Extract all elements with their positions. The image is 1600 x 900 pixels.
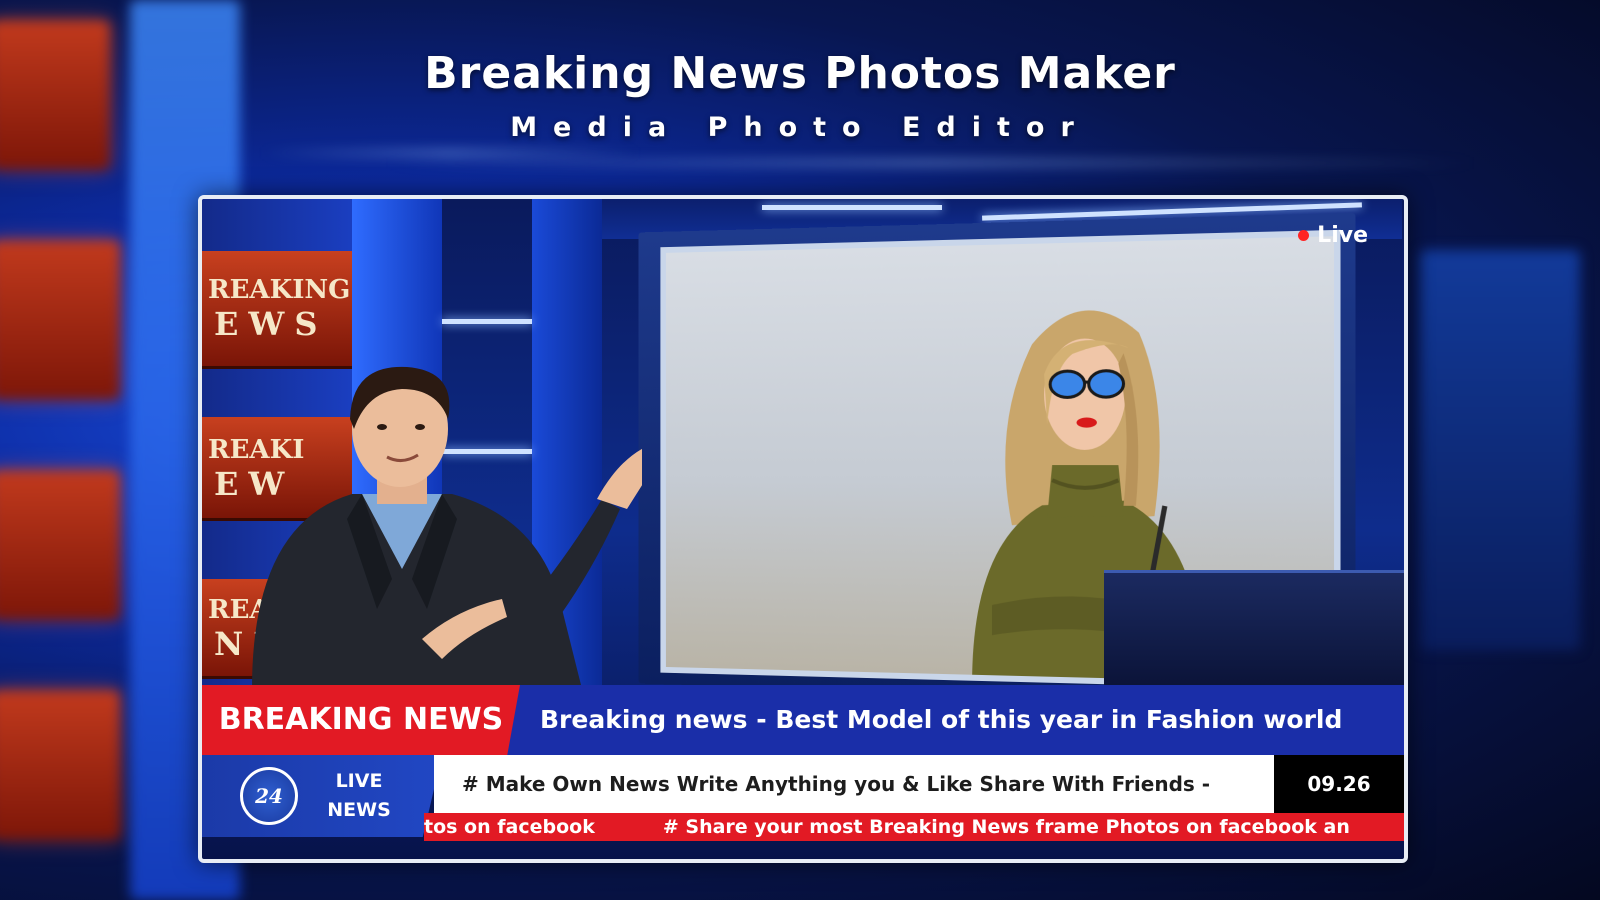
studio-sign-text: EWS xyxy=(214,305,328,343)
app-title: Breaking News Photos Maker xyxy=(424,48,1176,99)
live-news-line: NEWS xyxy=(327,799,391,821)
live-dot-icon xyxy=(1298,230,1310,241)
studio-desk xyxy=(1104,570,1404,693)
live-news-box: 24 LIVE NEWS xyxy=(202,755,442,837)
news-frame-preview[interactable]: REAKING EWS REAKI EW REA NE Live BREAKIN… xyxy=(198,195,1408,863)
background-red-sign xyxy=(0,470,120,620)
app-subtitle: Media Photo Editor xyxy=(510,112,1090,143)
headline-text[interactable]: Breaking news - Best Model of this year … xyxy=(540,685,1342,755)
ticker-red[interactable]: tos on facebook # Share your most Breakin… xyxy=(424,813,1404,841)
studio-sign-text: REAKING xyxy=(208,275,351,305)
lower-third: BREAKING NEWS Breaking news - Best Model… xyxy=(202,685,1404,859)
background-light-beam xyxy=(260,150,640,156)
live-news-text: LIVE NEWS xyxy=(314,767,404,825)
ticker-red-text: tos on facebook # Share your most Breakin… xyxy=(424,813,1350,841)
background-light-beam xyxy=(380,160,1480,166)
live-indicator: Live xyxy=(1298,223,1368,248)
breaking-news-label[interactable]: BREAKING NEWS xyxy=(202,685,520,755)
news-anchor-icon xyxy=(252,366,642,689)
ticker-white-text: # Make Own News Write Anything you & Lik… xyxy=(462,772,1211,796)
background-red-sign xyxy=(0,240,120,400)
ticker-red-main: # Share your most Breaking News frame Ph… xyxy=(662,816,1350,838)
studio-light-bar xyxy=(762,205,942,210)
background-side-panel xyxy=(1420,250,1580,650)
app-screenshot: Breaking News Photos Maker Media Photo E… xyxy=(0,0,1600,900)
background-red-sign xyxy=(0,690,120,840)
ticker-white[interactable]: # Make Own News Write Anything you & Lik… xyxy=(434,755,1274,813)
live-news-line: LIVE xyxy=(335,770,383,792)
studio-light-bar xyxy=(442,319,532,324)
live-label: Live xyxy=(1317,223,1368,248)
channel-24-logo-icon: 24 xyxy=(240,767,298,825)
clock: 09.26 xyxy=(1274,755,1404,813)
ticker-red-head: tos on facebook xyxy=(424,816,595,838)
